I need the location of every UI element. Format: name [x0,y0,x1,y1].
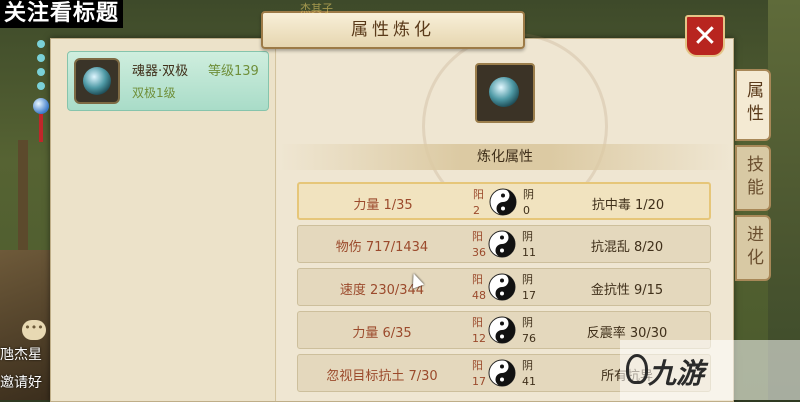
tab-label: 属性 [743,81,763,127]
yang-label: 阳 [472,359,483,372]
yin-yang-icon [488,230,516,258]
attribute-row[interactable]: 力量 1/35 阳 2 阴 0 抗中毒 1/20 [297,182,711,220]
tab-attributes[interactable]: 属性 [735,69,771,141]
close-button[interactable]: ✕ [685,15,725,57]
yin-value: 17 [522,289,536,302]
player-name-label: 虺杰星 [0,347,42,363]
section-title: 炼化属性 [279,144,731,170]
item-name: 魂器·双极 [132,64,189,79]
npc-name-label: 杰其子 [300,2,333,15]
yin-label: 阴 [522,359,533,372]
tab-label: 技能 [743,155,763,201]
yin-value: 76 [522,332,536,345]
yin-yang-icon [488,359,516,387]
yin-label: 阴 [522,316,533,329]
right-attribute: 抗中毒 1/20 [591,198,665,213]
left-attribute: 忽视目标抗土 7/30 [326,369,438,384]
invite-label[interactable]: 邀请好 [0,372,42,392]
charm-pendant-icon [30,40,52,142]
right-attribute: 金抗性 9/15 [590,283,664,298]
chat-bubble-icon[interactable]: ••• [22,320,46,340]
yin-yang-icon [489,188,517,216]
watermark-text: 九游 [648,357,705,390]
yang-label: 阳 [472,273,483,286]
left-attribute: 力量 1/35 [353,198,413,213]
item-card-selected[interactable]: 魂器·双极 等级139 双极1级 [67,51,269,111]
caption-banner: 关注看标题 [0,0,124,28]
side-tab-bar: 属性 技能 进化 [735,69,775,285]
yang-label: 阳 [472,316,483,329]
attribute-row[interactable]: 速度 230/344 阳 48 阴 17 金抗性 9/15 [297,268,711,306]
item-subtitle: 双极1级 [132,86,176,100]
tab-skills[interactable]: 技能 [735,145,771,211]
tab-evolve[interactable]: 进化 [735,215,771,281]
yin-label: 阴 [522,273,533,286]
tab-label: 进化 [743,225,763,271]
yang-label: 阳 [473,188,484,201]
panel-title: 属性炼化 [261,11,525,49]
yang-label: 阳 [472,230,483,243]
yang-value: 17 [472,375,486,388]
watermark-logo-icon [626,354,648,384]
yin-label: 阴 [523,188,534,201]
yin-yang-icon [488,273,516,301]
yang-value: 2 [473,204,480,217]
left-attribute: 力量 6/35 [352,326,412,341]
yin-label: 阴 [522,230,533,243]
left-attribute: 物伤 717/1434 [335,240,429,255]
yin-value: 41 [522,375,536,388]
watermark: 九游 [620,340,800,400]
left-attribute: 速度 230/344 [339,283,425,298]
right-attribute: 抗混乱 8/20 [590,240,664,255]
yang-value: 12 [472,332,486,345]
yang-value: 36 [472,246,486,259]
yin-yang-icon [488,316,516,344]
item-list-column: 魂器·双极 等级139 双极1级 [51,39,276,401]
attribute-row[interactable]: 物伤 717/1434 阳 36 阴 11 抗混乱 8/20 [297,225,711,263]
soul-artifact-icon [74,58,120,104]
yang-value: 48 [472,289,486,302]
item-level: 等级139 [208,64,259,79]
yin-value: 11 [522,246,536,259]
yin-value: 0 [523,204,530,217]
right-attribute: 反震率 30/30 [586,326,668,341]
item-preview-icon [475,63,535,123]
